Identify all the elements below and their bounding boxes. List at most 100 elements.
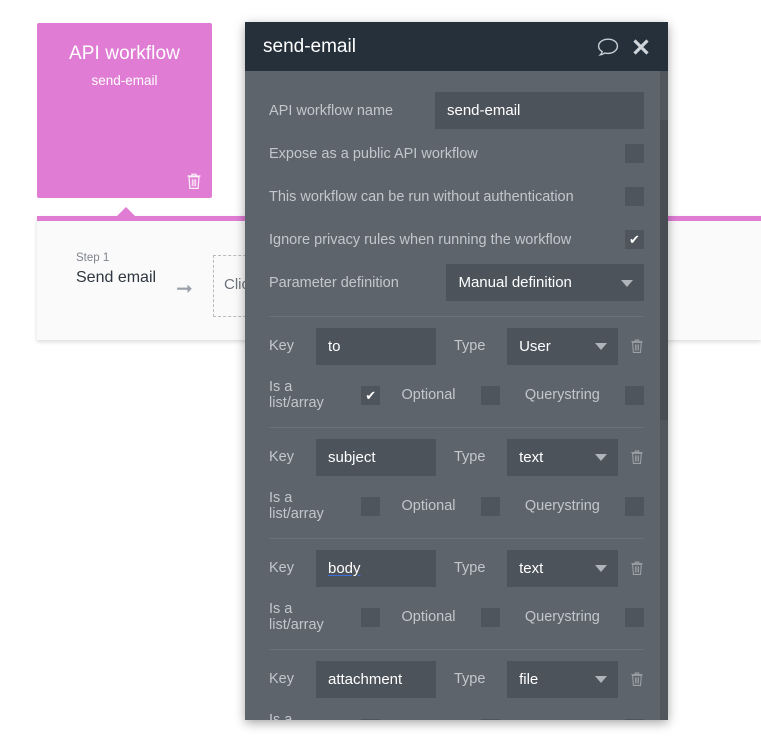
- parameter-key-label: Key: [269, 671, 294, 687]
- parameter-divider: [269, 427, 644, 428]
- check-glyph: ✔: [629, 232, 640, 247]
- api-workflow-card-title: API workflow: [68, 43, 180, 64]
- parameter-optional-checkbox[interactable]: ✔: [480, 496, 500, 516]
- parameter-type-select[interactable]: file: [507, 660, 619, 698]
- trash-icon[interactable]: [630, 448, 644, 466]
- parameter-type-label: Type: [453, 671, 486, 687]
- trash-icon[interactable]: [630, 559, 644, 577]
- parameter-row: Key Type text Is a list/array ✔ Optional ✔ Quer…: [269, 427, 645, 526]
- parameter-type-label: Type: [453, 338, 486, 354]
- parameter-flags-row: Is a list/array ✔ Optional ✔ Querystring ✔: [269, 375, 645, 415]
- parameter-is-list-checkbox[interactable]: ✔: [361, 496, 381, 516]
- parameter-key-label: Key: [269, 449, 294, 465]
- parameter-row: Key Type text Is a list/array ✔ Optional ✔ Quer…: [269, 538, 645, 637]
- parameter-is-list-label: Is a list/array: [269, 601, 324, 633]
- expose-public-label: Expose as a public API workflow: [269, 145, 478, 162]
- parameter-row: Key Type User Is a list/array ✔ Optional ✔ Quer…: [269, 316, 645, 415]
- api-workflow-card[interactable]: API workflow send-email: [37, 23, 212, 198]
- parameter-querystring-checkbox[interactable]: ✔: [625, 385, 645, 405]
- parameter-row: KeyTypefileIs a list/array✔Optional✔Quer…: [269, 649, 645, 720]
- parameter-querystring-checkbox[interactable]: ✔: [625, 496, 645, 516]
- api-workflow-card-subtitle: send-email: [91, 73, 158, 88]
- no-auth-label: This workflow can be run without authent…: [269, 188, 574, 205]
- expose-public-row: Expose as a public API workflow ✔: [269, 132, 644, 175]
- parameter-key-type-row: Key Type file: [269, 660, 644, 698]
- parameter-type-label: Type: [453, 449, 486, 465]
- parameter-type-value: text: [519, 559, 544, 577]
- parameter-is-list-label: Is a list/array: [269, 490, 324, 522]
- parameter-key-type-row: Key Type text: [269, 549, 644, 587]
- app-root: API workflow send-email Step 1 Send emai…: [0, 0, 761, 756]
- parameter-type-value: text: [519, 448, 544, 466]
- parameter-type-label: Type: [453, 560, 486, 576]
- ignore-privacy-label: Ignore privacy rules when running the wo…: [269, 231, 572, 248]
- trash-icon[interactable]: [630, 670, 644, 688]
- step-number-label: Step 1: [76, 252, 110, 264]
- expose-public-checkbox[interactable]: ✔: [625, 144, 644, 163]
- parameter-divider: [269, 649, 644, 650]
- parameter-optional-label: Optional: [401, 609, 456, 625]
- comment-icon[interactable]: [597, 37, 619, 56]
- workflow-name-row: API workflow name: [269, 89, 644, 132]
- modal-header: send-email: [245, 22, 668, 71]
- parameter-key-type-row: Key Type User: [269, 327, 644, 365]
- parameter-querystring-checkbox[interactable]: ✔: [625, 607, 645, 627]
- close-icon[interactable]: [632, 38, 650, 56]
- parameter-key-input[interactable]: [315, 660, 436, 698]
- parameter-querystring-checkbox[interactable]: ✔: [625, 718, 645, 720]
- no-auth-row: This workflow can be run without authent…: [269, 175, 644, 218]
- parameter-list: Key Type User Is a list/array ✔ Optional ✔ Quer…: [269, 316, 645, 720]
- arrow-right-icon: ➞: [176, 278, 193, 300]
- parameter-optional-checkbox[interactable]: ✔: [480, 385, 500, 405]
- modal-scrollbar-thumb[interactable]: [660, 120, 668, 420]
- parameter-type-select[interactable]: text: [507, 549, 619, 587]
- chevron-down-icon: [595, 454, 608, 461]
- parameter-definition-row: Parameter definition Manual definition: [269, 261, 644, 304]
- workflow-panel-pointer: [117, 207, 135, 216]
- parameter-querystring-label: Querystring: [524, 498, 600, 514]
- workflow-name-input[interactable]: [435, 92, 644, 129]
- modal-title: send-email: [263, 35, 356, 57]
- parameter-definition-label: Parameter definition: [269, 274, 399, 291]
- workflow-step[interactable]: Step 1 Send email: [76, 251, 156, 289]
- no-auth-checkbox[interactable]: ✔: [625, 187, 644, 206]
- parameter-key-input[interactable]: [315, 549, 436, 587]
- parameter-is-list-checkbox[interactable]: ✔: [361, 607, 381, 627]
- chevron-down-icon: [595, 676, 608, 683]
- trash-icon[interactable]: [186, 172, 202, 190]
- parameter-querystring-label: Querystring: [524, 609, 600, 625]
- parameter-optional-checkbox[interactable]: ✔: [480, 718, 500, 720]
- parameter-is-list-label: Is a list/array: [269, 379, 324, 411]
- parameter-type-select[interactable]: text: [507, 438, 619, 476]
- parameter-key-input[interactable]: [315, 327, 436, 365]
- parameter-type-value: User: [519, 337, 551, 355]
- ignore-privacy-checkbox[interactable]: ✔: [625, 230, 644, 249]
- modal-body: API workflow name Expose as a public API…: [245, 71, 668, 720]
- parameter-divider: [269, 538, 644, 539]
- parameter-key-label: Key: [269, 560, 294, 576]
- ignore-privacy-row: Ignore privacy rules when running the wo…: [269, 218, 644, 261]
- modal-scrollbar-track[interactable]: [660, 71, 668, 720]
- check-glyph: ✔: [365, 387, 377, 403]
- step-name-label: Send email: [76, 269, 157, 286]
- parameter-key-input[interactable]: [315, 438, 436, 476]
- parameter-flags-row: Is a list/array ✔ Optional ✔ Querystring ✔: [269, 597, 645, 637]
- parameter-divider: [269, 316, 644, 317]
- chevron-down-icon: [595, 343, 608, 350]
- parameter-definition-select[interactable]: Manual definition: [446, 264, 644, 301]
- parameter-is-list-checkbox[interactable]: ✔: [361, 718, 381, 720]
- parameter-is-list-label: Is a list/array: [269, 712, 293, 720]
- parameter-flags-row: Is a list/array✔Optional✔Querystring✔: [269, 708, 645, 720]
- parameter-optional-label: Optional: [401, 387, 456, 403]
- parameter-flags-row: Is a list/array ✔ Optional ✔ Querystring ✔: [269, 486, 645, 526]
- parameter-definition-value: Manual definition: [458, 274, 572, 291]
- parameter-is-list-checkbox[interactable]: ✔: [361, 385, 381, 405]
- parameter-type-select[interactable]: User: [507, 327, 619, 365]
- parameter-optional-checkbox[interactable]: ✔: [480, 607, 500, 627]
- api-workflow-property-editor: send-email API workflow name Expose as a: [245, 22, 668, 720]
- parameter-querystring-label: Querystring: [524, 387, 600, 403]
- trash-icon[interactable]: [630, 337, 644, 355]
- parameter-optional-label: Optional: [401, 498, 456, 514]
- chevron-down-icon: [595, 565, 608, 572]
- parameter-key-label: Key: [269, 338, 294, 354]
